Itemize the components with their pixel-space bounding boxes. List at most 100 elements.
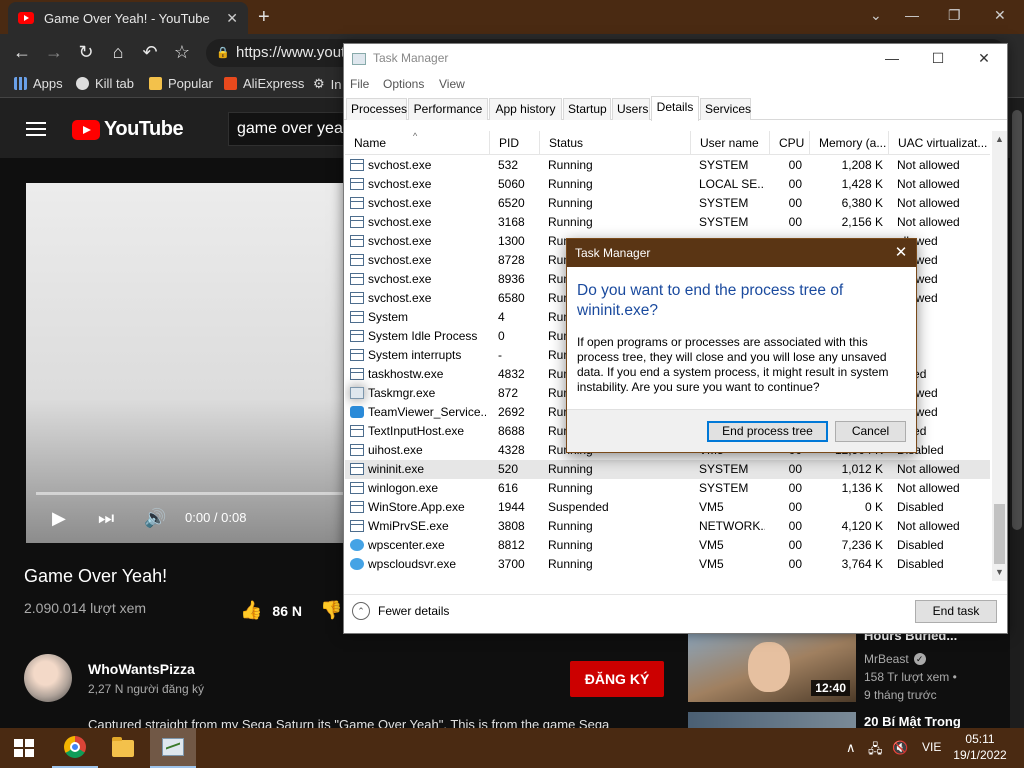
table-row[interactable]: WmiPrvSE.exe 3808 Running NETWORK... 00 4,120…: [345, 517, 990, 536]
process-name: svchost.exe: [368, 196, 432, 210]
column-cpu[interactable]: CPU: [770, 131, 810, 155]
column-user-name[interactable]: User name: [691, 131, 770, 155]
tab-processes[interactable]: Processes: [346, 98, 407, 120]
language-indicator[interactable]: VIE: [922, 740, 941, 754]
browser-tab[interactable]: Game Over Yeah! - YouTube ✕: [8, 2, 248, 34]
close-window-icon[interactable]: ✕: [994, 4, 1006, 26]
table-row[interactable]: wpscenter.exe 8812 Running VM5 00 7,236 K Disa…: [345, 536, 990, 555]
volume-muted-icon[interactable]: 🔇: [892, 740, 908, 756]
minimize-icon[interactable]: —: [869, 44, 915, 74]
forward-icon[interactable]: →: [42, 40, 66, 64]
volume-icon[interactable]: 🔊: [144, 508, 166, 529]
taskbar-file-explorer[interactable]: [100, 728, 146, 768]
maximize-icon[interactable]: ☐: [915, 44, 961, 74]
process-pid: 520: [498, 462, 519, 476]
reload-icon[interactable]: ↻: [74, 40, 98, 64]
like-button[interactable]: 👍 86 N: [240, 600, 302, 621]
bookmark-in[interactable]: ⚙ In: [313, 76, 342, 92]
play-icon[interactable]: ▶: [52, 508, 66, 529]
next-icon[interactable]: ⏭: [98, 508, 114, 529]
table-row[interactable]: wininit.exe 520 Running SYSTEM 00 1,012 K Not …: [345, 460, 990, 479]
chevron-up-icon[interactable]: ∧: [846, 740, 856, 756]
channel-name[interactable]: WhoWantsPizza: [88, 661, 195, 677]
table-row[interactable]: WinStore.App.exe 1944 Suspended VM5 00 0 K Dis…: [345, 498, 990, 517]
table-scrollbar-thumb[interactable]: [994, 504, 1005, 564]
close-icon[interactable]: ✕: [961, 44, 1007, 74]
channel-avatar[interactable]: [24, 654, 72, 702]
tab-performance[interactable]: Performance: [408, 98, 488, 120]
menu-options[interactable]: Options: [383, 77, 424, 91]
process-name: svchost.exe: [368, 253, 432, 267]
youtube-logo[interactable]: YouTube: [72, 118, 184, 141]
menu-file[interactable]: File: [350, 77, 369, 91]
subscribe-button[interactable]: ĐĂNG KÝ: [570, 661, 664, 697]
process-name: svchost.exe: [368, 234, 432, 248]
table-row[interactable]: svchost.exe 6520 Running SYSTEM 00 6,380 K Not…: [345, 194, 990, 213]
column-uac[interactable]: UAC virtualizat...: [889, 131, 990, 155]
tab-users[interactable]: Users: [612, 98, 650, 120]
menu-view[interactable]: View: [439, 77, 465, 91]
bookmark-popular[interactable]: Popular: [149, 76, 213, 91]
process-icon: [350, 178, 364, 190]
tab-search-icon[interactable]: ⌄: [870, 4, 882, 26]
scroll-up-icon[interactable]: ▲: [992, 131, 1007, 148]
suggestion-channel[interactable]: MrBeast ✓: [864, 652, 926, 666]
windows-start-icon[interactable]: [14, 739, 34, 757]
tab-details[interactable]: Details: [651, 96, 699, 121]
process-status: Running: [548, 538, 593, 552]
close-tab-icon[interactable]: ✕: [226, 10, 238, 27]
tab-startup[interactable]: Startup: [563, 98, 611, 120]
new-tab-button[interactable]: +: [258, 4, 270, 30]
task-manager-icon: [352, 53, 366, 65]
menu-icon[interactable]: [26, 122, 46, 136]
table-row[interactable]: winlogon.exe 616 Running SYSTEM 00 1,136 K Not…: [345, 479, 990, 498]
table-row[interactable]: svchost.exe 5060 Running LOCAL SE... 00 1,428…: [345, 175, 990, 194]
column-name[interactable]: ^ Name: [345, 131, 490, 155]
video-progress-bar[interactable]: [36, 492, 356, 495]
taskbar-chrome[interactable]: [52, 728, 98, 768]
thumbs-down-icon[interactable]: 👎: [320, 600, 342, 621]
tab-services[interactable]: Services: [700, 98, 751, 120]
scroll-down-icon[interactable]: ▼: [992, 564, 1007, 581]
taskbar-task-manager[interactable]: [150, 728, 196, 768]
column-pid[interactable]: PID: [490, 131, 540, 155]
end-process-tree-dialog: Task Manager ✕ Do you want to end the pr…: [566, 238, 917, 453]
page-scrollbar-thumb[interactable]: [1012, 110, 1022, 530]
suggestion-thumbnail-2[interactable]: [688, 712, 856, 728]
bookmark-aliexpress[interactable]: AliExpress: [224, 76, 304, 91]
process-cpu: 00: [788, 500, 802, 514]
chrome-icon: [64, 736, 86, 758]
home-icon[interactable]: ⌂: [106, 40, 130, 64]
column-status[interactable]: Status: [540, 131, 691, 155]
bookmark-star-icon[interactable]: ☆: [170, 40, 194, 64]
column-memory[interactable]: Memory (a...: [810, 131, 889, 155]
dialog-titlebar[interactable]: Task Manager ✕: [567, 239, 916, 267]
taskbar-clock[interactable]: 05:11 19/1/2022: [950, 731, 1010, 763]
process-cpu: 00: [788, 538, 802, 552]
process-uac: Not allowed: [897, 481, 960, 495]
network-icon[interactable]: 🖧: [868, 740, 883, 762]
cancel-button[interactable]: Cancel: [835, 421, 906, 442]
fewer-details-button[interactable]: ⌃ Fewer details: [352, 602, 449, 620]
end-process-tree-button[interactable]: End process tree: [707, 421, 828, 442]
bookmark-kill-tab[interactable]: Kill tab: [76, 76, 134, 91]
suggestion-title-2[interactable]: 20 Bí Mật Trong: [864, 714, 961, 729]
back-icon[interactable]: ←: [10, 40, 34, 64]
video-player[interactable]: ▶ ⏭ 🔊 0:00 / 0:08: [26, 183, 356, 543]
table-scrollbar[interactable]: ▲ ▼: [992, 131, 1007, 581]
undo-icon[interactable]: ↶: [138, 40, 162, 64]
restore-icon[interactable]: ❐: [948, 4, 961, 26]
task-manager-titlebar[interactable]: Task Manager — ☐ ✕: [344, 44, 1007, 74]
close-icon[interactable]: ✕: [886, 239, 916, 267]
minimize-icon[interactable]: —: [905, 4, 919, 26]
table-row[interactable]: svchost.exe 3168 Running SYSTEM 00 2,156 K Not…: [345, 213, 990, 232]
table-row[interactable]: wpscloudsvr.exe 3700 Running VM5 00 3,764 K Di…: [345, 555, 990, 574]
table-row[interactable]: svchost.exe 532 Running SYSTEM 00 1,208 K Not …: [345, 156, 990, 175]
end-task-button[interactable]: End task: [915, 600, 997, 623]
process-uac: Not allowed: [897, 519, 960, 533]
process-mem: 7,236 K: [841, 538, 883, 552]
verified-check-icon: ✓: [913, 653, 926, 665]
tab-app-history[interactable]: App history: [489, 98, 562, 120]
suggestion-thumbnail[interactable]: 12:40: [688, 634, 856, 702]
bookmark-apps[interactable]: Apps: [14, 76, 63, 91]
